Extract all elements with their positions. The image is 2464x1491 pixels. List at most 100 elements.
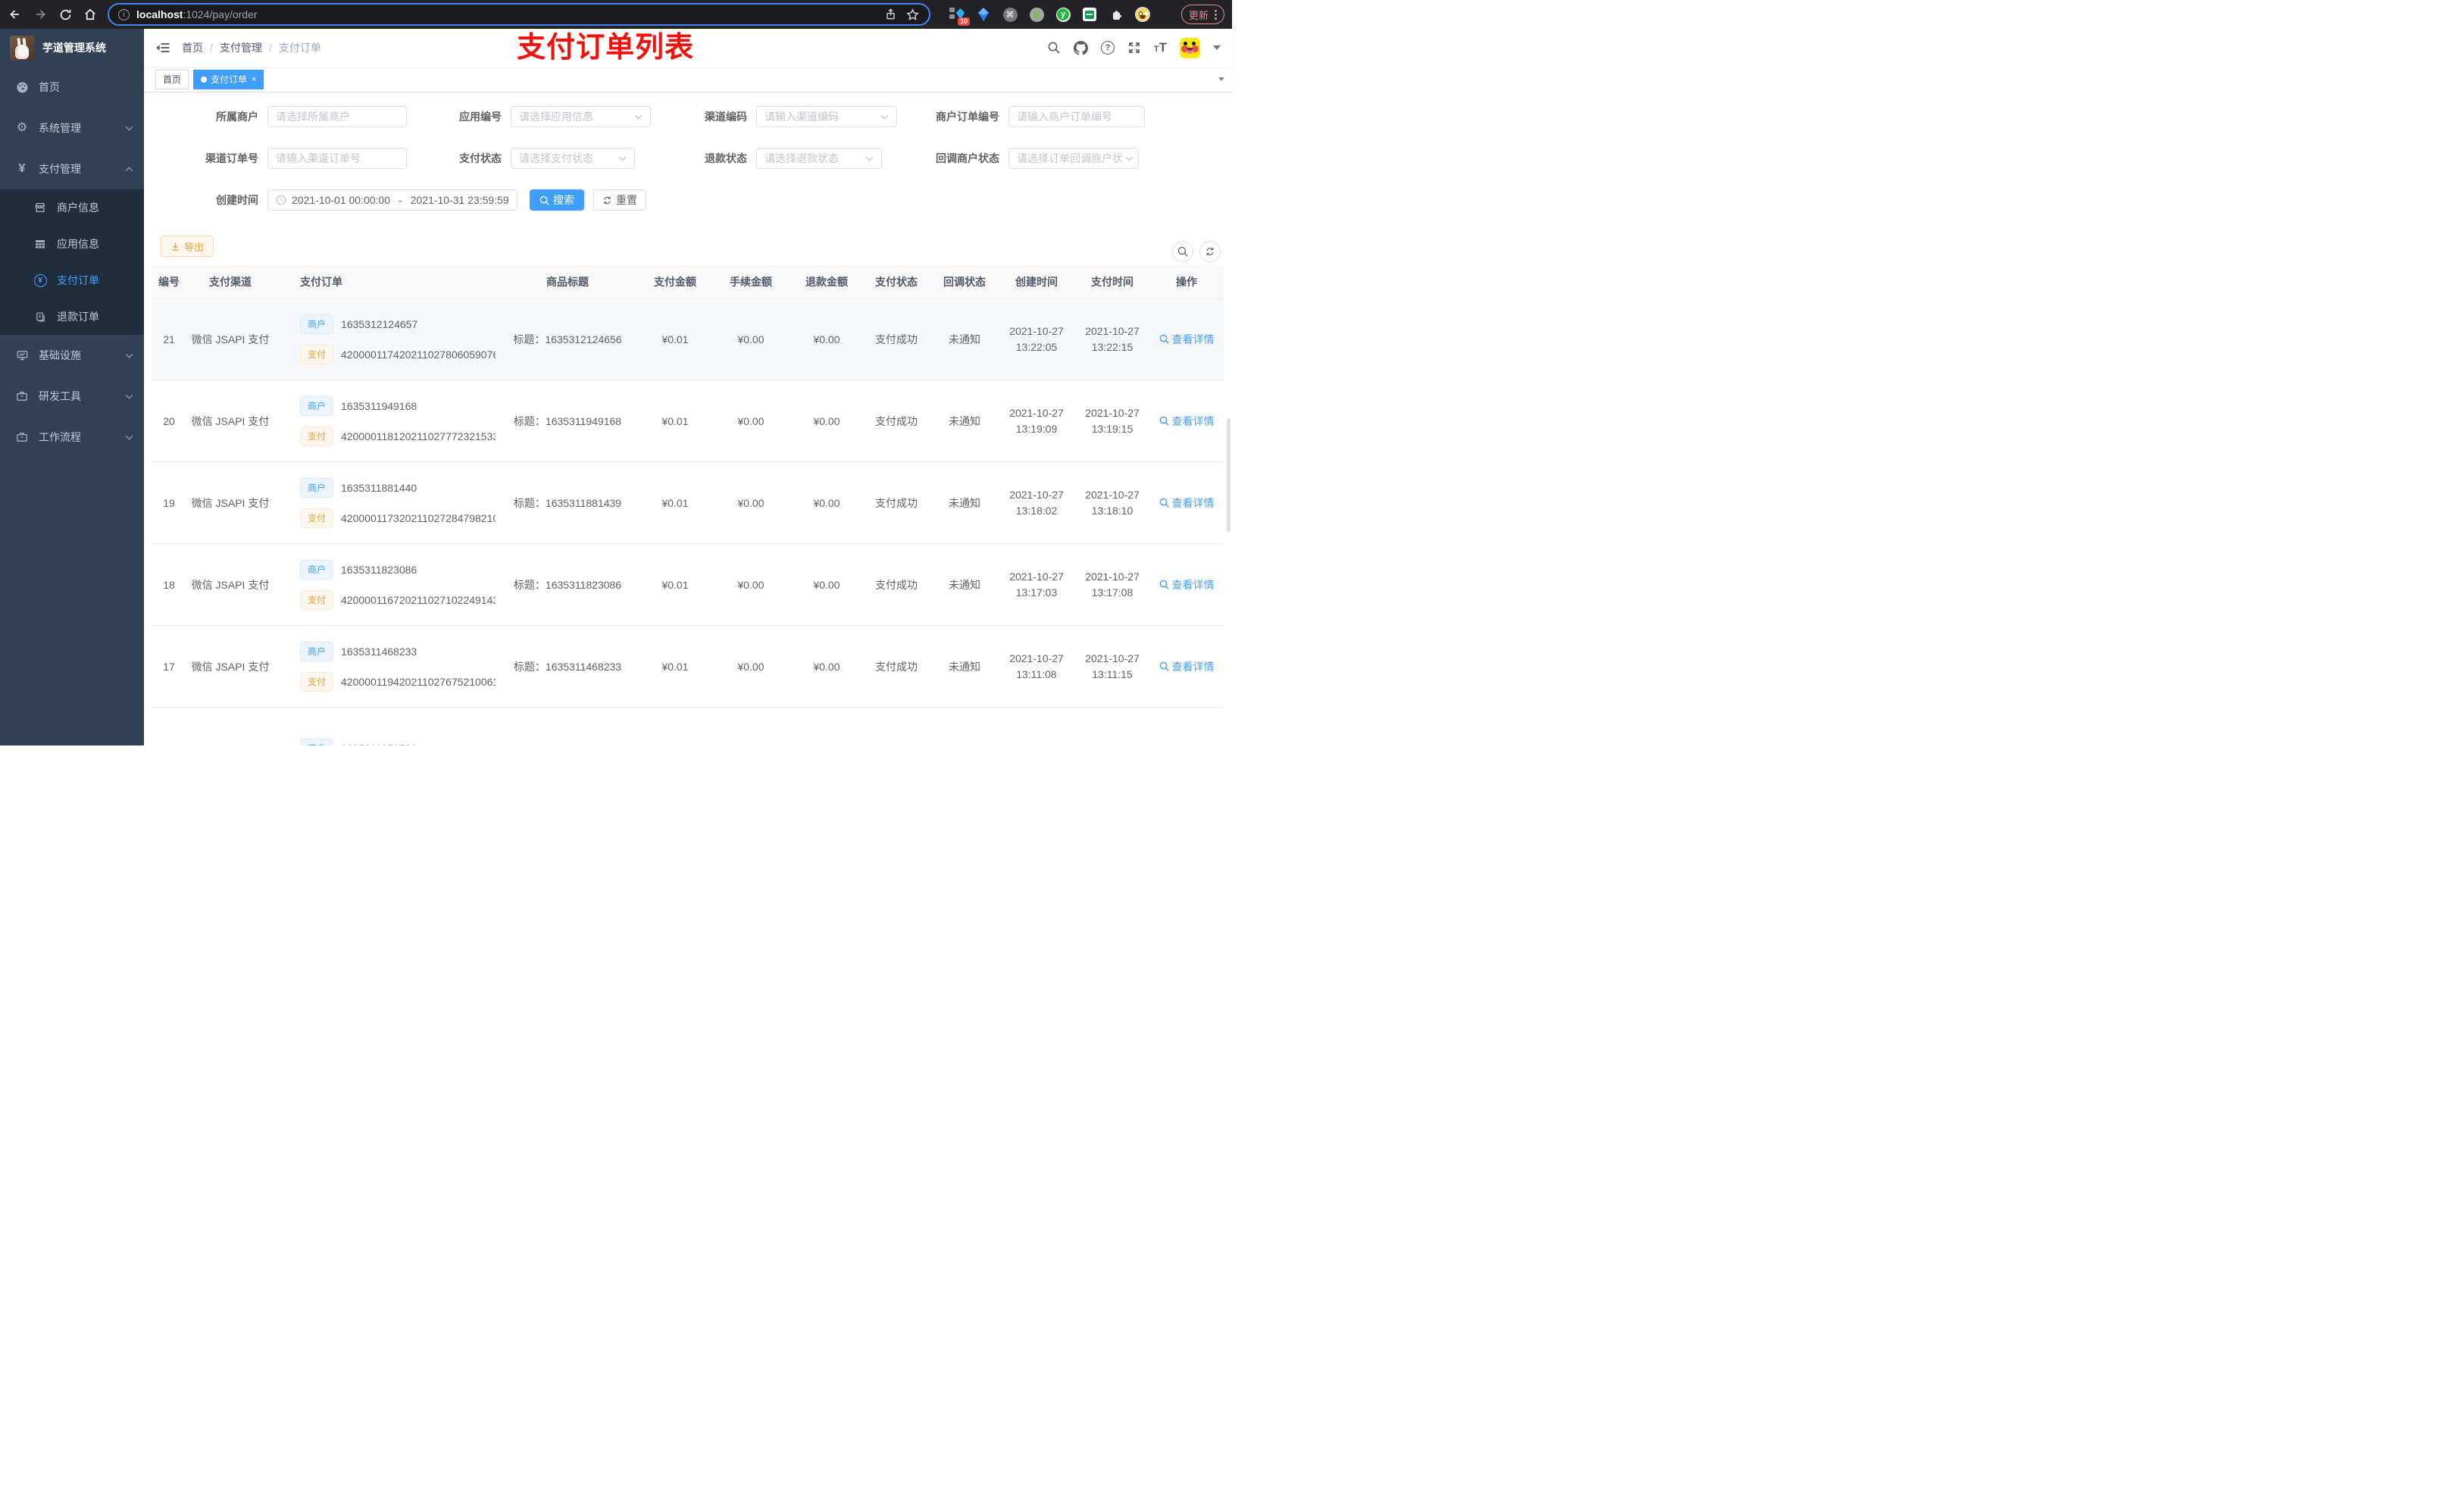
- pay-amount-cell: ¥0.01: [661, 414, 689, 427]
- puzzle-extension-icon[interactable]: [1108, 7, 1124, 22]
- kite-extension-icon[interactable]: [976, 7, 991, 22]
- refund-amount-cell: ¥0.00: [813, 333, 840, 345]
- create-time-range-picker[interactable]: 2021-10-01 00:00:00 - 2021-10-31 23:59:5…: [267, 189, 518, 211]
- yen-circle-icon: [33, 274, 47, 287]
- column-header: 支付渠道: [209, 275, 252, 288]
- sidebar-item-pay-order[interactable]: 支付订单: [0, 262, 144, 299]
- reload-icon[interactable]: [58, 7, 73, 22]
- table-grid-icon: [33, 237, 47, 251]
- action-cell: 查看详情: [1150, 544, 1223, 625]
- chat-extension-icon[interactable]: [1082, 7, 1097, 22]
- sidebar-fold-icon[interactable]: [155, 40, 170, 55]
- app-select[interactable]: 请选择应用信息: [511, 106, 651, 127]
- sidebar-item-refund-order[interactable]: 退款订单: [0, 299, 144, 335]
- scrollbar-thumb[interactable]: [1227, 418, 1230, 532]
- sidebar-item-system[interactable]: ⚙ 系统管理: [0, 108, 144, 148]
- column-header: 创建时间: [1015, 275, 1058, 288]
- pay-status-cell: [862, 708, 930, 746]
- recorder-extension-icon[interactable]: [1029, 7, 1044, 22]
- chevron-down-icon: [125, 435, 133, 440]
- breadcrumb-separator: [210, 42, 213, 54]
- date-end: 2021-10-31 23:59:59: [410, 194, 509, 206]
- sidebar-item-workflow[interactable]: 工作流程: [0, 417, 144, 458]
- column-header: 手续金额: [730, 275, 772, 288]
- user-avatar[interactable]: [1180, 37, 1200, 58]
- refund-status-select[interactable]: 请选择退款状态: [756, 148, 882, 169]
- browser-menu-icon[interactable]: [1215, 9, 1217, 20]
- create-time-cell: 2021-10-27 13:18:02: [1009, 488, 1064, 517]
- refund-amount-cell: ¥0.00: [813, 578, 840, 591]
- view-detail-link[interactable]: 查看详情: [1159, 577, 1215, 592]
- filter-label-channel-order-no: 渠道订单号: [205, 152, 258, 164]
- site-info-icon[interactable]: [118, 8, 130, 20]
- pay-status-cell: 支付成功: [875, 333, 918, 345]
- merchant-tag: 商户: [300, 738, 334, 746]
- tab-pay-order[interactable]: 支付订单: [193, 69, 264, 89]
- reset-button[interactable]: 重置: [593, 189, 646, 211]
- emoji-extension-icon[interactable]: [1135, 7, 1150, 22]
- github-icon[interactable]: [1073, 40, 1088, 55]
- fullscreen-icon[interactable]: [1127, 41, 1141, 55]
- sidebar-item-payment[interactable]: 支付管理: [0, 148, 144, 189]
- pay-status-cell: 支付成功: [875, 578, 918, 591]
- home-icon[interactable]: [83, 7, 98, 22]
- share-icon[interactable]: [883, 7, 898, 22]
- merchant-input[interactable]: [267, 106, 407, 127]
- command-extension-icon[interactable]: ⌘: [1002, 7, 1018, 22]
- breadcrumb-home[interactable]: 首页: [182, 40, 203, 55]
- create-time-cell: 2021-10-27 13:19:09: [1009, 406, 1064, 435]
- search-icon[interactable]: [1047, 41, 1061, 55]
- column-header: 回调状态: [943, 275, 986, 288]
- pay-channel-cell: 微信 JSAPI 支付: [191, 333, 270, 345]
- y-extension-icon[interactable]: y: [1055, 7, 1071, 22]
- sketch-extension-icon[interactable]: 10: [949, 7, 970, 26]
- pay-order-cell: 商户1635311251736: [274, 708, 496, 746]
- tabs-menu-caret-icon[interactable]: [1218, 77, 1224, 81]
- sidebar-item-dev-tools[interactable]: 研发工具: [0, 376, 144, 417]
- refund-amount-cell: ¥0.00: [813, 414, 840, 427]
- pay-status-select[interactable]: 请选择支付状态: [511, 148, 635, 169]
- pay-order-cell: 商户 1635311823086 支付 42000011672021102710224…: [274, 544, 496, 625]
- sidebar-item-infrastructure[interactable]: 基础设施: [0, 335, 144, 376]
- sidebar-item-home[interactable]: 首页: [0, 67, 144, 108]
- back-icon[interactable]: [8, 7, 23, 22]
- url-bar[interactable]: localhost:1024/pay/order: [108, 3, 930, 26]
- view-detail-link[interactable]: 查看详情: [1159, 659, 1215, 674]
- user-menu-caret-icon[interactable]: [1213, 45, 1221, 50]
- font-size-icon[interactable]: [1154, 40, 1167, 55]
- filter-label-pay-status: 支付状态: [459, 152, 502, 164]
- page-content: 所属商户 应用编号 请选择应用信息 渠道编码 请输入渠道编码 商户订单编号: [144, 92, 1232, 746]
- view-detail-link[interactable]: 查看详情: [1159, 414, 1215, 429]
- table-row: 21 微信 JSAPI 支付 商户 1635312124657 支付 4200001174…: [152, 299, 1224, 380]
- chevron-down-icon: [618, 156, 627, 161]
- bookmark-star-icon[interactable]: [905, 7, 920, 22]
- breadcrumb-current: 支付订单: [278, 42, 321, 54]
- filter-label-create-time: 创建时间: [216, 194, 258, 206]
- search-button[interactable]: 搜索: [530, 189, 584, 211]
- notify-status-cell: 未通知: [949, 333, 980, 345]
- browser-update-button[interactable]: 更新: [1180, 5, 1224, 24]
- toggle-search-button[interactable]: [1172, 241, 1193, 262]
- view-detail-link[interactable]: 查看详情: [1159, 495, 1215, 511]
- sidebar-item-app-info[interactable]: 应用信息: [0, 226, 144, 262]
- pay-channel-cell: 微信 JSAPI 支付: [191, 660, 270, 673]
- action-cell: 查看详情: [1150, 626, 1223, 707]
- notify-status-select[interactable]: 请选择订单回调商户状态: [1008, 148, 1139, 169]
- view-detail-link[interactable]: 查看详情: [1159, 332, 1215, 347]
- export-button[interactable]: 导出: [161, 236, 214, 257]
- chevron-down-icon: [125, 353, 133, 358]
- merchant-order-no-input[interactable]: [1008, 106, 1145, 127]
- chevron-down-icon: [125, 126, 133, 131]
- close-icon[interactable]: [252, 75, 256, 84]
- channel-order-no-input[interactable]: [267, 148, 407, 169]
- tab-home[interactable]: 首页: [155, 69, 189, 89]
- breadcrumb-pay-mgmt[interactable]: 支付管理: [220, 40, 262, 55]
- forward-icon[interactable]: [33, 7, 48, 22]
- fee-amount-cell: ¥0.00: [737, 578, 765, 591]
- help-icon[interactable]: [1100, 41, 1115, 55]
- create-time-cell: 2021-10-27 13:17:03: [1009, 570, 1064, 599]
- sidebar-item-merchant-info[interactable]: 商户信息: [0, 189, 144, 226]
- refresh-button[interactable]: [1199, 241, 1221, 262]
- create-time-cell: 2021-10-27 13:22:05: [1009, 324, 1064, 353]
- pay-time-cell: [1074, 708, 1150, 746]
